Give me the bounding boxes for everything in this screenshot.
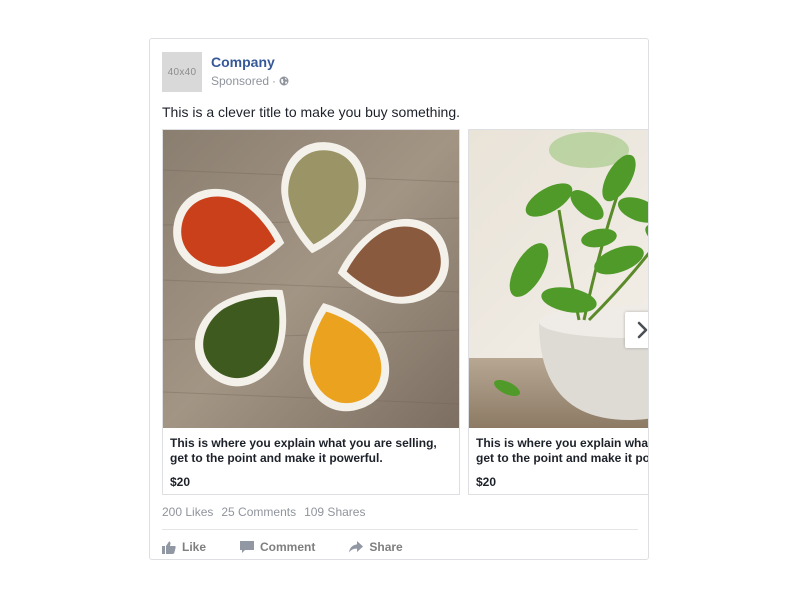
comment-icon [240,540,255,553]
avatar[interactable]: 40x40 [162,52,202,92]
sponsored-label[interactable]: Sponsored [211,73,269,89]
card-description: This is where you explain what you are s… [476,436,649,466]
header-text: Company Sponsored · [211,53,289,89]
carousel: This is where you explain what you are s… [162,129,649,496]
engagement-stats: 200 Likes 25 Comments 109 Shares [162,505,373,519]
divider [162,529,638,530]
spices-image[interactable] [163,130,459,428]
post-header: 40x40 Company Sponsored · [162,52,289,92]
carousel-card[interactable]: This is where you explain what you are s… [468,129,649,495]
sponsored-post: 40x40 Company Sponsored · This is a clev… [149,38,649,560]
comment-label: Comment [260,540,316,554]
carousel-card[interactable]: This is where you explain what you are s… [162,129,460,495]
card-price: $20 [170,475,191,489]
sponsored-row: Sponsored · [211,73,289,89]
share-label: Share [369,540,403,554]
action-bar: Like Comment Share [162,535,403,559]
globe-icon [279,76,289,86]
share-arrow-icon [349,541,364,553]
separator: · [272,74,277,88]
chevron-right-icon [637,321,648,339]
herb-mortar-image[interactable] [469,130,649,428]
thumbs-up-icon [162,541,176,554]
card-description-line: This is where you explain what you are s… [476,436,649,450]
share-button[interactable]: Share [349,535,403,559]
card-description: This is where you explain what you are s… [170,436,437,465]
card-price: $20 [476,475,497,489]
avatar-placeholder-text: 40x40 [167,66,197,78]
post-title: This is a clever title to make you buy s… [162,104,461,120]
comment-button[interactable]: Comment [240,535,315,559]
like-button[interactable]: Like [162,535,206,559]
company-name-link[interactable]: Company [211,53,289,71]
likes-count[interactable]: 200 Likes [162,505,213,519]
like-label: Like [182,540,207,554]
card-description-line: get to the point and make it powerful. [476,451,649,465]
carousel-next-button[interactable] [625,312,648,348]
shares-count[interactable]: 109 Shares [304,505,365,519]
comments-count[interactable]: 25 Comments [221,505,296,519]
